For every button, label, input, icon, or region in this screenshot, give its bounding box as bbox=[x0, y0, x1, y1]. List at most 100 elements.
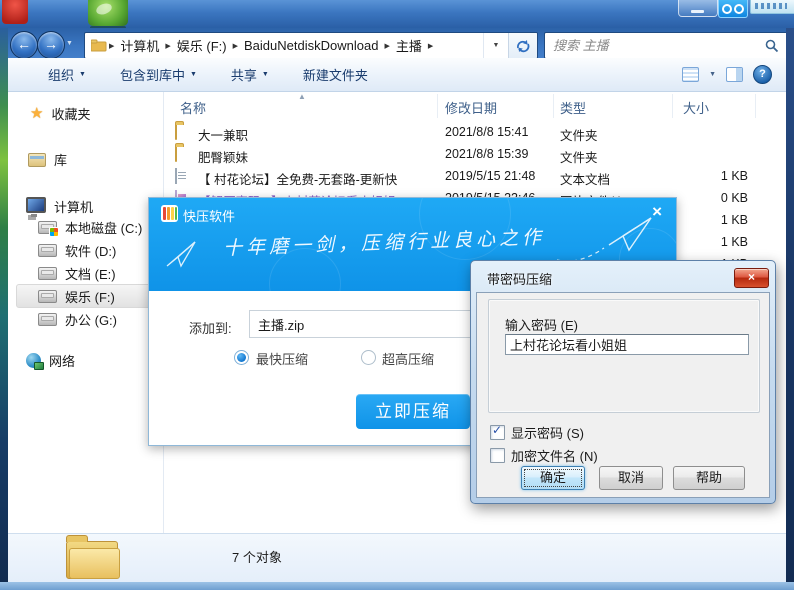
breadcrumb-separator-icon: ▶ bbox=[426, 42, 435, 50]
table-row[interactable]: 大一兼职 2021/8/8 15:41 文件夹 bbox=[164, 122, 786, 144]
star-icon: ★ bbox=[30, 107, 43, 121]
show-password-label: 显示密码 (S) bbox=[511, 423, 584, 442]
sidebar-item-label: 软件 (D:) bbox=[65, 241, 116, 260]
column-header-size[interactable]: 大小 bbox=[683, 98, 709, 117]
sidebar-item-drive-selected[interactable]: 娱乐 (F:) bbox=[38, 287, 115, 306]
encrypt-filenames-option[interactable]: 加密文件名 (N) bbox=[490, 446, 598, 465]
sidebar-item-drive[interactable]: 软件 (D:) bbox=[38, 241, 116, 260]
file-type: 文件夹 bbox=[560, 147, 598, 166]
breadcrumb-items: 计算机 ▶ 娱乐 (F:) ▶ BaiduNetdiskDownload ▶ 主… bbox=[116, 36, 435, 55]
ultra-compression-radio[interactable] bbox=[361, 350, 376, 365]
column-divider[interactable] bbox=[553, 94, 554, 118]
toolbar-button[interactable]: 组织 ▼ bbox=[42, 62, 92, 87]
column-header-date[interactable]: 修改日期 bbox=[445, 98, 497, 117]
details-pane: 7 个对象 bbox=[8, 533, 786, 583]
sidebar-item-computer[interactable]: 计算机 bbox=[26, 197, 93, 216]
sidebar-item-network[interactable]: 网络 bbox=[26, 351, 75, 370]
file-date: 2021/8/8 15:41 bbox=[445, 125, 528, 139]
toolbar-button[interactable]: 包含到库中 ▼ bbox=[114, 62, 203, 87]
chevron-down-icon: ▼ bbox=[262, 71, 269, 78]
column-divider[interactable] bbox=[437, 94, 438, 118]
sidebar-item-label: 网络 bbox=[49, 351, 75, 370]
breadcrumb[interactable]: ▶ 计算机 ▶ 娱乐 (F:) ▶ BaiduNetdiskDownload ▶… bbox=[84, 32, 538, 59]
password-dialog-title: 带密码压缩 bbox=[487, 269, 552, 288]
sidebar-item-drive[interactable]: 文档 (E:) bbox=[38, 264, 116, 283]
file-type: 文本文档 bbox=[560, 169, 610, 188]
breadcrumb-item[interactable]: BaiduNetdiskDownload bbox=[240, 38, 382, 53]
ultra-compression-label[interactable]: 超高压缩 bbox=[382, 349, 434, 368]
minimize-button-fragment[interactable] bbox=[678, 0, 718, 17]
table-row[interactable]: 【 村花论坛】全免费-无套路-更新快 2019/5/15 21:48 文本文档 … bbox=[164, 166, 786, 188]
explorer-window: ← → ▼ ▶ 计算机 ▶ 娱乐 (F:) ▶ BaiduNetdiskDown… bbox=[0, 0, 794, 590]
forward-button[interactable]: → bbox=[37, 31, 65, 59]
breadcrumb-item[interactable]: 主播 bbox=[392, 36, 426, 55]
column-header-row: ▲ 名称 修改日期 类型 大小 bbox=[164, 92, 786, 120]
cancel-button[interactable]: 取消 bbox=[599, 466, 663, 490]
search-box[interactable] bbox=[544, 32, 788, 59]
chevron-down-icon: ▼ bbox=[190, 71, 197, 78]
paper-plane-icon bbox=[165, 236, 201, 268]
show-password-option[interactable]: 显示密码 (S) bbox=[490, 423, 584, 442]
column-header-name[interactable]: 名称 bbox=[180, 98, 206, 117]
show-password-checkbox[interactable] bbox=[490, 425, 505, 440]
sidebar-item-label: 计算机 bbox=[54, 197, 93, 216]
search-input[interactable] bbox=[545, 38, 765, 53]
item-count: 7 个对象 bbox=[232, 547, 282, 566]
ok-button[interactable]: 确定 bbox=[521, 466, 585, 490]
sidebar-item-label: 本地磁盘 (C:) bbox=[65, 218, 142, 237]
toolbar-button[interactable]: 共享 ▼ bbox=[225, 62, 275, 87]
column-divider[interactable] bbox=[755, 94, 756, 118]
back-button[interactable]: ← bbox=[10, 31, 38, 59]
table-row[interactable]: 肥臀颖妹 2021/8/8 15:39 文件夹 bbox=[164, 144, 786, 166]
fastest-compression-radio[interactable] bbox=[234, 350, 249, 365]
chevron-down-icon: ▼ bbox=[79, 71, 86, 78]
address-dropdown-chevron-icon[interactable]: ▼ bbox=[483, 33, 508, 58]
background-tooltip-fragment bbox=[750, 0, 794, 14]
sidebar-item-favorites[interactable]: ★ 收藏夹 bbox=[30, 104, 90, 123]
help-icon[interactable]: ? bbox=[753, 65, 772, 84]
sidebar-item-libraries[interactable]: 库 bbox=[28, 150, 67, 169]
file-name: 【 村花论坛】全免费-无套路-更新快 bbox=[198, 169, 397, 188]
sidebar-item-drive[interactable]: 本地磁盘 (C:) bbox=[38, 218, 142, 237]
encrypt-filenames-label: 加密文件名 (N) bbox=[511, 446, 598, 465]
breadcrumb-separator-icon: ▶ bbox=[231, 42, 240, 50]
breadcrumb-item[interactable]: 娱乐 (F:) bbox=[173, 36, 231, 55]
sidebar-item-drive[interactable]: 办公 (G:) bbox=[38, 310, 117, 329]
drive-icon bbox=[38, 290, 57, 303]
breadcrumb-separator-icon: ▶ bbox=[107, 42, 116, 50]
column-header-type[interactable]: 类型 bbox=[560, 98, 586, 117]
preview-pane-icon[interactable] bbox=[726, 67, 743, 82]
breadcrumb-separator-icon: ▶ bbox=[163, 42, 172, 50]
toolbar-button[interactable]: 新建文件夹 ▼ bbox=[297, 62, 374, 87]
folder-icon bbox=[66, 541, 118, 579]
refresh-button[interactable] bbox=[508, 33, 537, 58]
background-app-icon-fragment bbox=[718, 0, 748, 18]
paper-plane-icon bbox=[549, 210, 659, 265]
command-toolbar: 组织 ▼ 包含到库中 ▼ 共享 ▼ 新建文件夹 ▼ ▼ ? bbox=[8, 58, 786, 92]
close-button[interactable]: × bbox=[734, 268, 769, 288]
compress-now-button[interactable]: 立即压缩 bbox=[356, 394, 470, 429]
breadcrumb-item[interactable]: 计算机 bbox=[116, 36, 163, 55]
window-border-right bbox=[786, 28, 794, 582]
refresh-icon bbox=[516, 39, 530, 53]
window-border-left bbox=[0, 28, 8, 582]
change-view-chevron-icon[interactable]: ▼ bbox=[709, 71, 716, 78]
sidebar-item-label: 文档 (E:) bbox=[65, 264, 116, 283]
password-input[interactable] bbox=[505, 334, 749, 355]
fastest-compression-label[interactable]: 最快压缩 bbox=[256, 349, 308, 368]
column-divider[interactable] bbox=[672, 94, 673, 118]
desktop-icon-fragment bbox=[2, 0, 28, 24]
help-button[interactable]: 帮助 bbox=[673, 466, 745, 490]
address-folder-icon bbox=[91, 39, 107, 52]
toolbar-items: 组织 ▼ 包含到库中 ▼ 共享 ▼ 新建文件夹 ▼ bbox=[42, 62, 374, 87]
sidebar-item-label: 娱乐 (F:) bbox=[65, 287, 115, 306]
drive-icon bbox=[38, 244, 57, 257]
password-dialog-body: 输入密码 (E) 显示密码 (S) 加密文件名 (N) 确定 取消 帮助 bbox=[476, 292, 770, 498]
window-titlebar[interactable] bbox=[0, 0, 794, 28]
recent-pages-chevron-icon[interactable]: ▼ bbox=[66, 40, 73, 47]
change-view-icon[interactable] bbox=[682, 67, 699, 82]
library-icon bbox=[28, 153, 46, 167]
window-border-bottom bbox=[0, 582, 794, 590]
toolbar-button-label: 组织 bbox=[48, 65, 74, 84]
encrypt-filenames-checkbox[interactable] bbox=[490, 448, 505, 463]
